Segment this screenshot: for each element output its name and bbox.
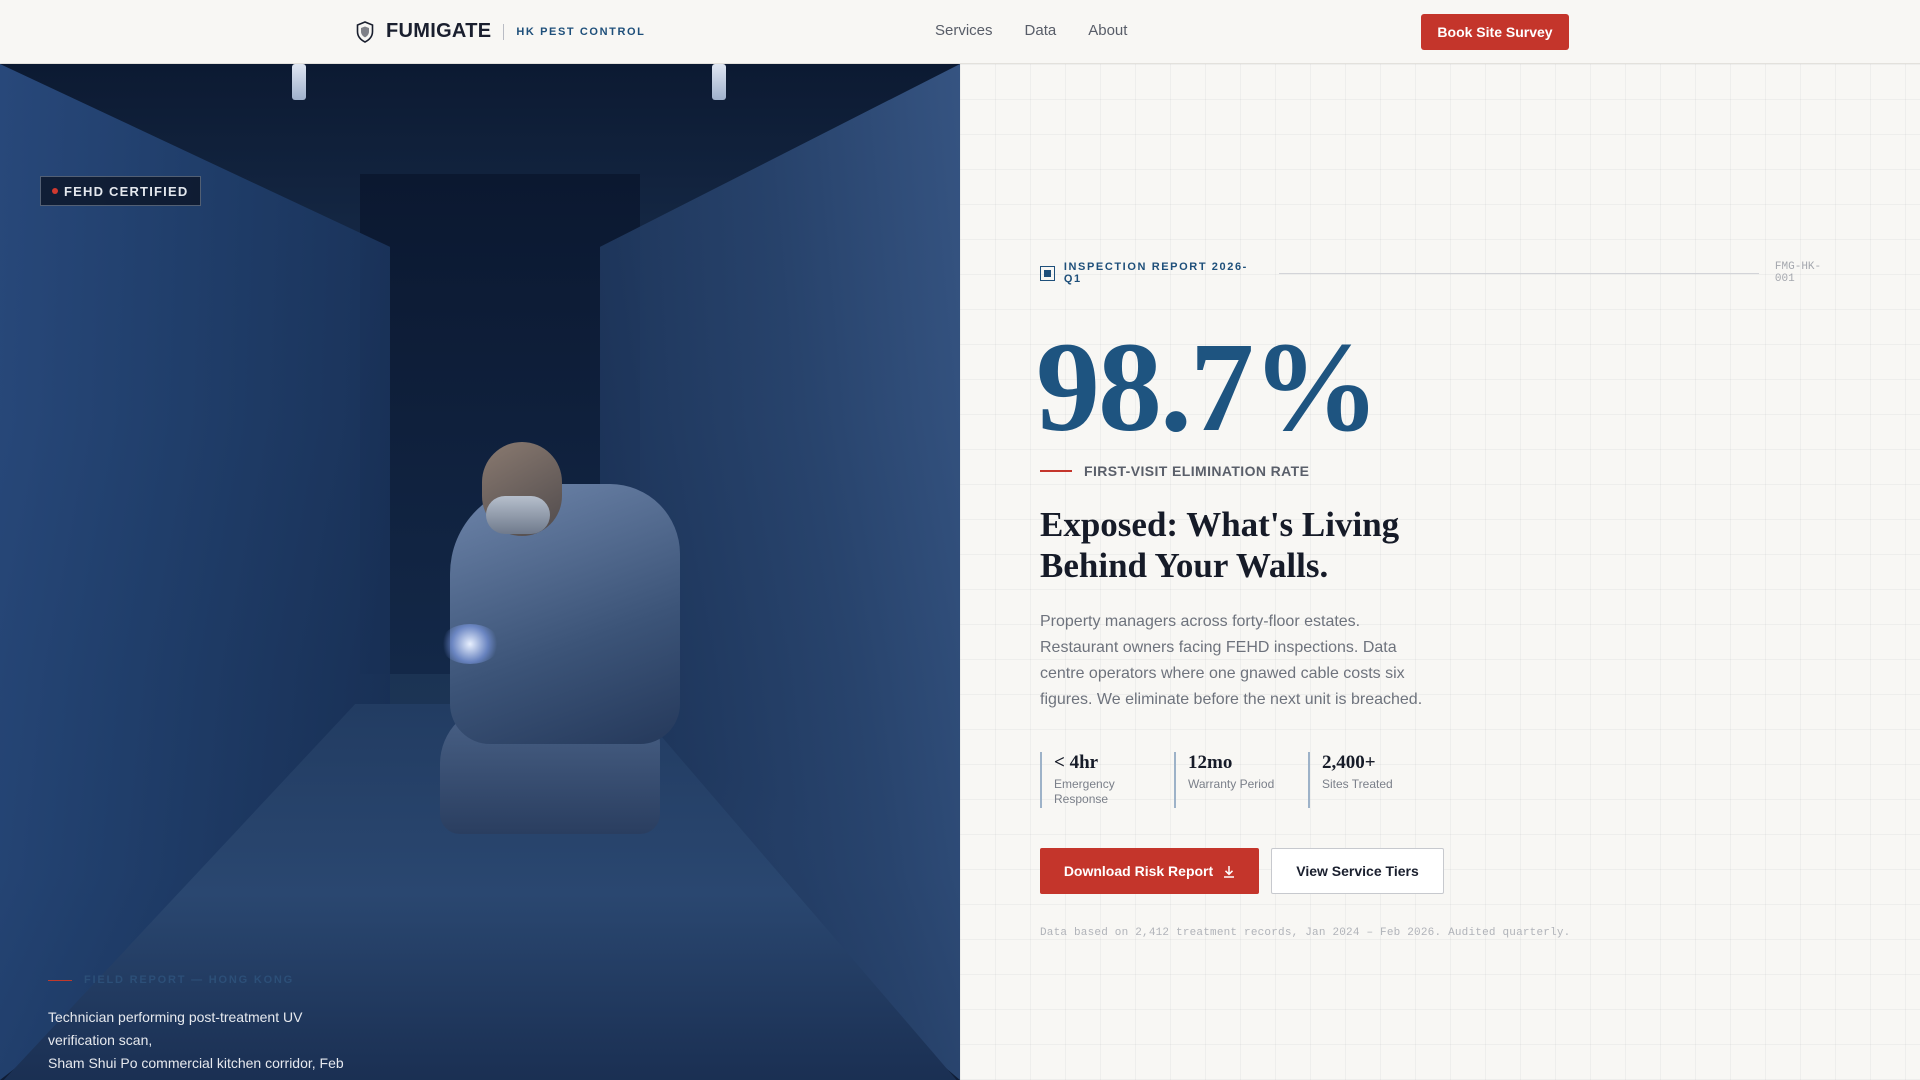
metric-value: 2,400+ <box>1322 752 1376 773</box>
photo-caption: FIELD REPORT — HONG KONG Technician perf… <box>48 974 368 1080</box>
headline-line1: Exposed: What's Living <box>1040 505 1400 544</box>
report-divider <box>1278 272 1759 274</box>
stat-label: FIRST-VISIT ELIMINATION RATE <box>1040 463 1309 479</box>
download-button-label: Download Risk Report <box>1063 863 1214 879</box>
stat-label-line <box>1040 470 1072 472</box>
nav-link-services[interactable]: Services <box>935 22 993 39</box>
shield-icon <box>356 20 374 43</box>
nav-link-data[interactable]: Data <box>1025 22 1057 39</box>
brand-tagline: HK PEST CONTROL <box>516 25 646 38</box>
metric-label: Emergency Response <box>1054 777 1115 806</box>
report-code: FMG-HK-001 <box>1774 261 1822 285</box>
top-navigation: FUMIGATE HK PEST CONTROL Services Data A… <box>0 0 1920 64</box>
body-copy: Property managers across forty-floor est… <box>1040 613 1423 708</box>
metric-emergency-response: < 4hr Emergency Response <box>1040 752 1174 808</box>
metrics-row: < 4hr Emergency Response 12mo Warranty P… <box>1040 752 1442 808</box>
metric-value: < 4hr <box>1054 752 1099 773</box>
headline-line2: Behind Your Walls. <box>1040 546 1329 585</box>
data-footnote: Data based on 2,412 treatment records, J… <box>1040 927 1571 939</box>
nav-link-about[interactable]: About <box>1088 22 1127 39</box>
book-site-survey-button[interactable]: Book Site Survey <box>1421 14 1569 50</box>
brand-name: FUMIGATE <box>386 20 492 42</box>
report-header: INSPECTION REPORT 2026-Q1 FMG-HK-001 <box>1040 261 1840 285</box>
caption-kicker-text: FIELD REPORT — HONG KONG <box>84 974 295 986</box>
badge-label: FEHD CERTIFIED <box>64 183 189 199</box>
metric-warranty-period: 12mo Warranty Period <box>1174 752 1308 808</box>
caption-text-line2: Sham Shui Po commercial kitchen corridor… <box>48 1055 344 1080</box>
caption-kicker: FIELD REPORT — HONG KONG <box>48 974 368 986</box>
brand-logo[interactable]: FUMIGATE HK PEST CONTROL <box>356 20 645 43</box>
report-label: INSPECTION REPORT 2026-Q1 <box>1063 261 1248 285</box>
download-risk-report-button[interactable]: Download Risk Report <box>1040 848 1259 894</box>
photo-respirator-mask <box>486 496 550 534</box>
stat-label-text: FIRST-VISIT ELIMINATION RATE <box>1084 463 1310 479</box>
metric-label: Warranty Period <box>1188 777 1275 791</box>
photo-technician-body <box>450 484 680 744</box>
hero-photo-technician-uv-scan: FEHD CERTIFIED FIELD REPORT — HONG KONG … <box>0 64 960 1080</box>
report-square-icon <box>1040 265 1055 281</box>
download-icon <box>1224 865 1235 878</box>
status-dot-icon <box>52 188 58 194</box>
photo-ceiling-light <box>712 64 726 100</box>
certification-badge: FEHD CERTIFIED <box>40 176 202 206</box>
metric-sites-treated: 2,400+ Sites Treated <box>1308 752 1442 808</box>
view-service-tiers-button[interactable]: View Service Tiers <box>1271 848 1444 894</box>
headline: Exposed: What's Living Behind Your Walls… <box>1040 504 1460 586</box>
caption-text-line1: Technician performing post-treatment UV … <box>48 1009 303 1048</box>
photo-ceiling-light <box>292 64 306 100</box>
kicker-line <box>48 979 72 981</box>
brand-divider <box>503 23 505 40</box>
photo-uv-light <box>440 624 500 664</box>
metric-value: 12mo <box>1188 752 1233 773</box>
main-menu: Services Data About <box>935 22 1127 39</box>
metric-label: Sites Treated <box>1322 777 1393 791</box>
elimination-rate-value: 98.7% <box>1036 316 1380 458</box>
